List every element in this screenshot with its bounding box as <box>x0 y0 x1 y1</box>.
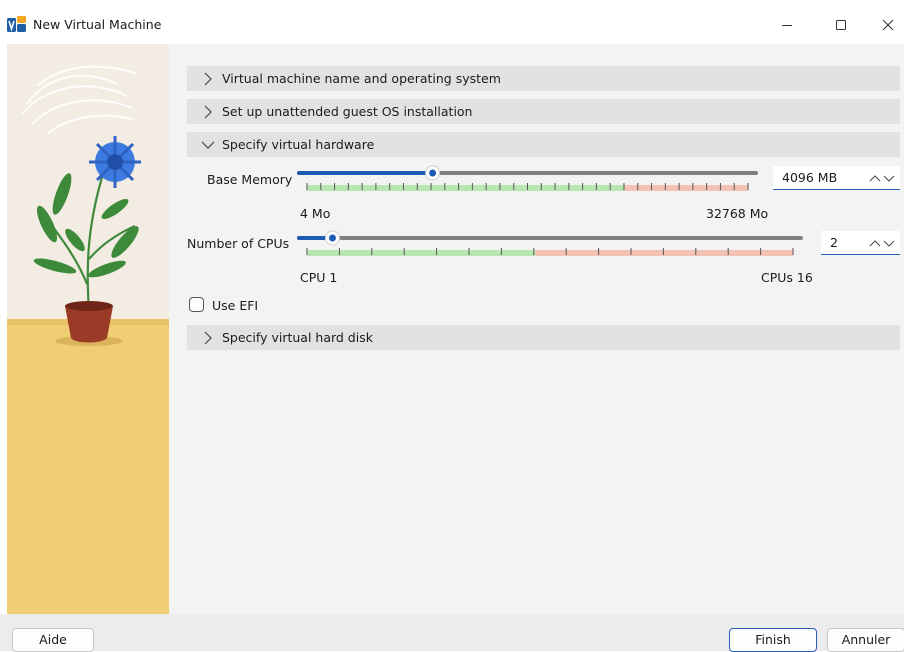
base-memory-label: Base Memory <box>207 172 293 187</box>
finish-button[interactable]: Finish <box>729 628 817 652</box>
use-efi-checkbox[interactable] <box>189 297 204 312</box>
slider-knob-center <box>429 169 437 177</box>
chevron-down-icon <box>201 141 215 149</box>
spin-arrows-icon[interactable] <box>868 171 896 185</box>
maximize-button[interactable] <box>819 10 863 40</box>
cpu-count-slider[interactable] <box>297 230 807 262</box>
section-virtual-hard-disk[interactable]: Specify virtual hard disk <box>187 325 900 350</box>
section-unattended-install[interactable]: Set up unattended guest OS installation <box>187 99 900 124</box>
section-label: Set up unattended guest OS installation <box>222 104 473 119</box>
chevron-right-icon <box>204 105 212 119</box>
section-label: Specify virtual hard disk <box>222 330 373 345</box>
virtualbox-app-icon <box>7 16 26 32</box>
help-button[interactable]: Aide <box>12 628 94 652</box>
close-button[interactable] <box>866 10 904 40</box>
slider-knob-center <box>328 234 336 242</box>
use-efi-label: Use EFI <box>212 298 259 313</box>
base-memory-slider[interactable] <box>297 165 762 197</box>
window-title: New Virtual Machine <box>33 17 162 32</box>
warning-range-bar <box>535 250 793 256</box>
cpu-count-spinbox[interactable]: 2 <box>821 231 900 255</box>
minimize-icon <box>782 25 792 26</box>
cpu-max-label: CPUs 16 <box>761 270 813 285</box>
maximize-icon <box>836 20 846 30</box>
minimize-button[interactable] <box>765 10 809 40</box>
spin-arrows-icon[interactable] <box>868 236 896 250</box>
section-label: Virtual machine name and operating syste… <box>222 71 501 86</box>
memory-min-label: 4 Mo <box>300 206 331 221</box>
memory-max-label: 32768 Mo <box>706 206 769 221</box>
wizard-content: Virtual machine name and operating syste… <box>169 44 904 614</box>
cpu-count-label: Number of CPUs <box>187 236 290 251</box>
section-label: Specify virtual hardware <box>222 137 375 152</box>
wizard-illustration <box>7 44 169 614</box>
recommended-range-bar <box>307 185 625 191</box>
chevron-right-icon <box>204 72 212 86</box>
chevron-right-icon <box>204 331 212 345</box>
memory-value: 4096 MB <box>782 170 838 185</box>
cancel-button[interactable]: Annuler <box>827 628 904 652</box>
cpu-min-label: CPU 1 <box>300 270 338 285</box>
base-memory-spinbox[interactable]: 4096 MB <box>773 166 900 190</box>
cpu-value: 2 <box>830 235 838 250</box>
close-icon <box>882 19 894 31</box>
section-name-and-os[interactable]: Virtual machine name and operating syste… <box>187 66 900 91</box>
section-virtual-hardware[interactable]: Specify virtual hardware <box>187 132 900 157</box>
title-bar: New Virtual Machine <box>0 0 904 46</box>
warning-range-bar <box>624 185 748 191</box>
